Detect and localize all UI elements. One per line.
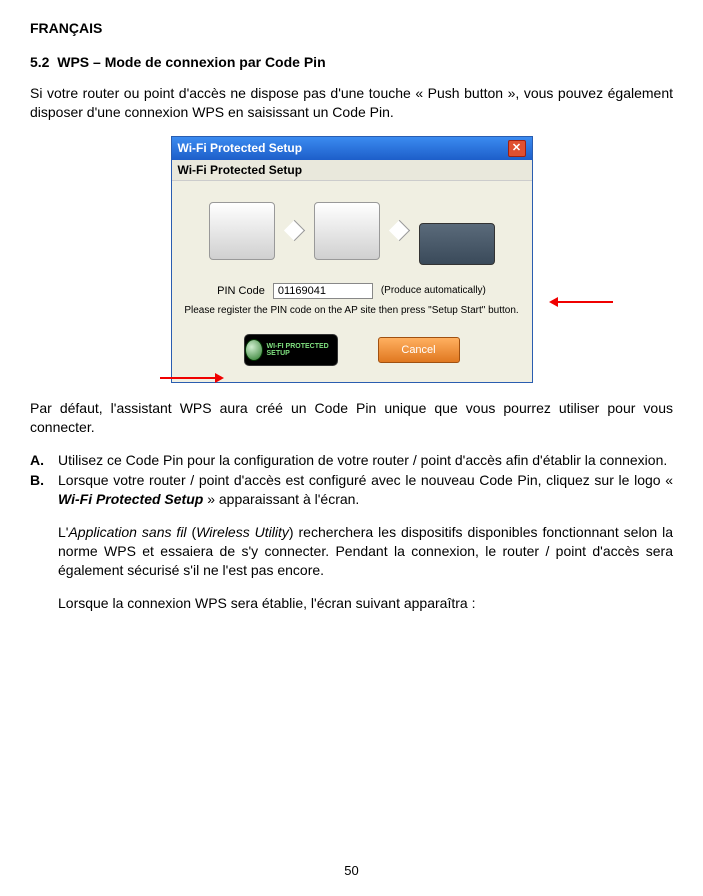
step-b-marker: B. [30,471,58,509]
pin-instruction: Please register the PIN code on the AP s… [182,305,522,316]
wps-button-label: WI-FI PROTECTED SETUP [267,343,337,357]
wps-logo-name: Wi-Fi Protected Setup [58,491,203,507]
arrow-icon [388,220,409,241]
window-titlebar: Wi-Fi Protected Setup ✕ [172,137,532,160]
section-title: 5.2 WPS – Mode de connexion par Code Pin [30,54,673,70]
wireless-utility-paragraph: L'Application sans fil (Wireless Utility… [30,523,673,580]
figure-container: Wi-Fi Protected Setup ✕ Wi-Fi Protected … [30,136,673,383]
pin-code-input[interactable] [273,283,373,299]
close-icon[interactable]: ✕ [508,140,526,157]
window-title: Wi-Fi Protected Setup [178,141,303,155]
step-a-text: Utilisez ce Code Pin pour la configurati… [58,451,667,470]
pin-label: PIN Code [217,285,265,297]
after-figure-paragraph: Par défaut, l'assistant WPS aura créé un… [30,399,673,437]
section-number: 5.2 [30,54,49,70]
pin-row: PIN Code (Produce automatically) [182,283,522,299]
app-name-en: Wireless Utility [196,524,289,540]
intro-paragraph: Si votre router ou point d'accès ne disp… [30,84,673,122]
desktop-icon [314,202,380,260]
router-icon [419,223,495,265]
page-number: 50 [0,863,703,878]
next-screen-paragraph: Lorsque la connexion WPS sera établie, l… [30,594,673,613]
cancel-button[interactable]: Cancel [378,337,460,363]
arrow-icon [283,220,304,241]
step-b-text: Lorsque votre router / point d'accès est… [58,471,673,509]
step-a: A. Utilisez ce Code Pin pour la configur… [30,451,673,470]
wps-window: Wi-Fi Protected Setup ✕ Wi-Fi Protected … [171,136,533,383]
steps-list: A. Utilisez ce Code Pin pour la configur… [30,451,673,510]
devices-diagram [182,191,522,271]
wps-logo-icon [245,339,263,361]
window-body: PIN Code (Produce automatically) Please … [172,181,532,382]
step-a-marker: A. [30,451,58,470]
step-b: B. Lorsque votre router / point d'accès … [30,471,673,509]
window-inner-title: Wi-Fi Protected Setup [172,160,532,181]
page-header: FRANÇAIS [30,20,673,36]
laptop-icon [209,202,275,260]
wps-setup-button[interactable]: WI-FI PROTECTED SETUP [244,334,338,366]
section-name: WPS – Mode de connexion par Code Pin [57,54,325,70]
button-row: WI-FI PROTECTED SETUP Cancel [182,334,522,366]
pin-auto-text: (Produce automatically) [381,285,486,296]
app-name-fr: Application sans fil [68,524,186,540]
